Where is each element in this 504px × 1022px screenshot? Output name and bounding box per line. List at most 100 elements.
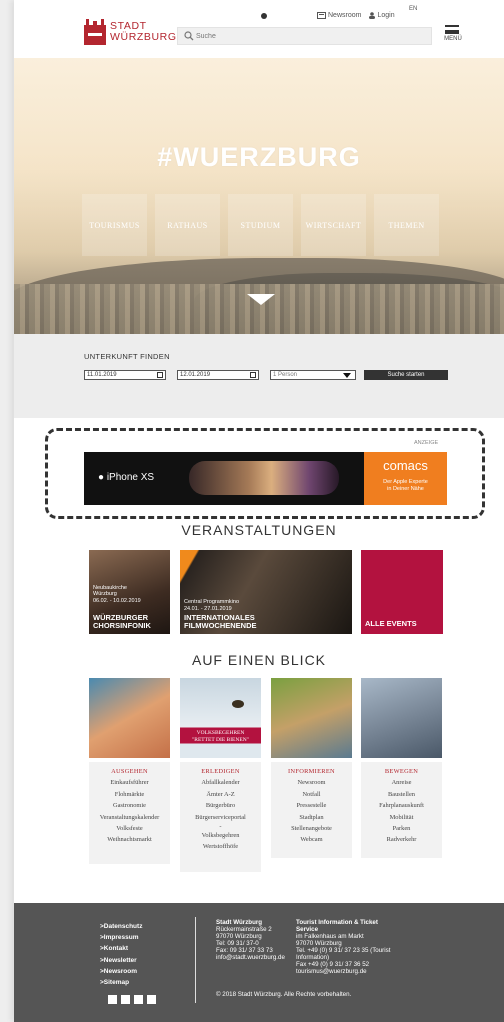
address-line: 97070 Würzburg — [296, 940, 342, 947]
glance-link[interactable]: Abfallkalender — [180, 777, 261, 788]
event-card[interactable]: Neubaukirche Würzburg 06.02. - 10.02.201… — [89, 550, 170, 634]
glance-link[interactable]: Radverkehr — [361, 834, 442, 845]
address-line: Fax +49 (0) 9 31/ 37 36 52 — [296, 961, 370, 968]
user-icon — [369, 12, 376, 19]
search-icon[interactable] — [184, 31, 194, 41]
glance-link[interactable]: Bürgerbüro — [180, 800, 261, 811]
chevron-down-icon — [343, 373, 351, 378]
address-line: Rückermainstraße 2 — [216, 926, 272, 933]
calendar-icon — [250, 372, 256, 378]
event-name-line2: FILMWOCHENENDE — [184, 621, 257, 630]
glance-title: AUF EINEN BLICK — [191, 652, 327, 668]
event-venue-line1: Central Programmkino — [184, 599, 240, 605]
event-card[interactable]: Central Programmkino 24.01. - 27.01.2019… — [180, 550, 352, 634]
accessibility-icon[interactable] — [261, 13, 267, 19]
glance-heading[interactable]: BEWEGEN — [361, 766, 442, 777]
site-footer: >Datenschutz >Impressum >Kontakt >Newsle… — [14, 903, 504, 1022]
glance-link[interactable]: Baustellen — [361, 789, 442, 800]
hamburger-icon — [445, 25, 459, 34]
hero-nav-rathaus[interactable]: RATHAUS — [155, 194, 220, 256]
hero-nav: TOURISMUS RATHAUS STUDIUM WIRTSCHAFT THE… — [82, 194, 439, 256]
ad-product-name: iPhone XS — [106, 472, 155, 483]
glance-link[interactable]: Wertstoffhöfe — [180, 841, 261, 852]
email-link[interactable]: info@stadt.wuerzburg.de — [216, 954, 285, 961]
apple-icon: ● — [98, 472, 105, 483]
ad-tagline-2: in Deiner Nähe — [387, 486, 424, 492]
newsroom-link[interactable]: Newsroom — [317, 12, 361, 19]
glance-link[interactable]: Webcam — [271, 834, 352, 845]
city-logo[interactable]: STADT WÜRZBURG — [84, 18, 176, 46]
twitter-icon[interactable] — [121, 995, 130, 1004]
event-date: 24.01. - 27.01.2019 — [184, 605, 232, 612]
footer-address-tourist: Tourist Information & Ticket Service im … — [296, 919, 390, 975]
glance-link[interactable]: Volksfeste — [89, 823, 170, 834]
glance-image-informieren[interactable] — [271, 678, 352, 758]
copyright: © 2018 Stadt Würzburg. Alle Rechte vorbe… — [216, 991, 352, 998]
persons-value: 1 Person — [273, 372, 298, 378]
ad-tagline-1: Der Apple Experte — [383, 479, 428, 485]
all-events-card[interactable]: ALLE EVENTS — [361, 550, 443, 634]
hero-nav-themen[interactable]: THEMEN — [374, 194, 439, 256]
glance-heading[interactable]: AUSGEHEN — [89, 766, 170, 777]
ad-banner[interactable]: ● iPhone XS comacs Der Apple Experte in … — [84, 452, 447, 505]
glance-link[interactable]: Veranstaltungskalender — [89, 812, 170, 823]
bee-petition-banner: VOLKSBEGEHREN "RETTET DIE BIENEN" — [192, 730, 249, 743]
glance-heading[interactable]: INFORMIEREN — [271, 766, 352, 777]
facebook-icon[interactable] — [108, 995, 117, 1004]
glance-link[interactable]: Newsroom — [271, 777, 352, 788]
departure-date-value: 12.01.2019 — [180, 372, 211, 378]
address-line: im Falkenhaus am Markt — [296, 933, 364, 940]
glance-link[interactable]: Stadtplan — [271, 812, 352, 823]
instagram-icon[interactable] — [147, 995, 156, 1004]
event-venue: Central Programmkino 24.01. - 27.01.2019 — [184, 599, 239, 612]
glance-link[interactable]: Fahrplanauskunft — [361, 800, 442, 811]
ad-brand-box: comacs Der Apple Experte in Deiner Nähe — [364, 452, 447, 505]
glance-link[interactable]: Pressestelle — [271, 800, 352, 811]
glance-link[interactable]: Mobilität — [361, 812, 442, 823]
footer-link-newsroom[interactable]: >Newsroom — [100, 966, 142, 977]
login-link[interactable]: Login — [369, 12, 395, 19]
arrival-date-field[interactable]: 11.01.2019 — [84, 370, 166, 380]
glance-link[interactable]: Anreise — [361, 777, 442, 788]
footer-link-kontakt[interactable]: >Kontakt — [100, 943, 142, 954]
glance-link[interactable]: Ämter A-Z — [180, 789, 261, 800]
hero-nav-wirtschaft[interactable]: WIRTSCHAFT — [301, 194, 366, 256]
glance-link[interactable]: Parken — [361, 823, 442, 834]
hero-nav-tourismus[interactable]: TOURISMUS — [82, 194, 147, 256]
top-links: Newsroom Login EN — [317, 6, 417, 19]
glance-link[interactable]: Einkaufsführer — [89, 777, 170, 788]
address-line: Information) — [296, 954, 330, 961]
glance-heading[interactable]: ERLEDIGEN — [180, 766, 261, 777]
footer-link-impressum[interactable]: >Impressum — [100, 932, 142, 943]
glance-image-ausgehen[interactable] — [89, 678, 170, 758]
ad-phone-image — [189, 461, 339, 495]
menu-button[interactable]: MENÜ — [441, 23, 465, 45]
hero-nav-studium[interactable]: STUDIUM — [228, 194, 293, 256]
departure-date-field[interactable]: 12.01.2019 — [177, 370, 259, 380]
glance-link[interactable]: Stellenangebote — [271, 823, 352, 834]
hero-title: #WUERZBURG — [157, 142, 361, 172]
glance-link[interactable]: Bürgerserviceportal — [180, 812, 261, 823]
glance-link[interactable]: Flohmärkte — [89, 789, 170, 800]
glance-link[interactable]: Weihnachtsmarkt — [89, 834, 170, 845]
search-start-button[interactable]: Suche starten — [364, 370, 448, 380]
footer-link-datenschutz[interactable]: >Datenschutz — [100, 921, 142, 932]
glance-link[interactable]: Gastronomie — [89, 800, 170, 811]
footer-link-newsletter[interactable]: >Newsletter — [100, 955, 142, 966]
glance-link-separator: - — [219, 823, 222, 831]
glance-link[interactable]: Notfall — [271, 789, 352, 800]
glance-link[interactable]: Volksbegehren — [180, 830, 261, 841]
persons-select[interactable]: 1 Person — [270, 370, 356, 380]
menu-label: MENÜ — [444, 36, 462, 42]
email-link[interactable]: tourismus@wuerzburg.de — [296, 968, 390, 975]
youtube-icon[interactable] — [134, 995, 143, 1004]
search-input[interactable] — [196, 28, 426, 44]
social-links — [108, 995, 156, 1004]
glance-image-erledigen[interactable]: VOLKSBEGEHREN "RETTET DIE BIENEN" — [180, 678, 261, 758]
glance-image-bewegen[interactable] — [361, 678, 442, 758]
footer-link-sitemap[interactable]: >Sitemap — [100, 977, 142, 988]
accommodation-search: UNTERKUNFT FINDEN 11.01.2019 12.01.2019 … — [14, 334, 504, 418]
hero-banner: #WUERZBURG TOURISMUS RATHAUS STUDIUM WIR… — [14, 58, 504, 334]
scroll-down-icon[interactable] — [247, 294, 275, 305]
language-switch[interactable]: EN — [409, 6, 417, 12]
